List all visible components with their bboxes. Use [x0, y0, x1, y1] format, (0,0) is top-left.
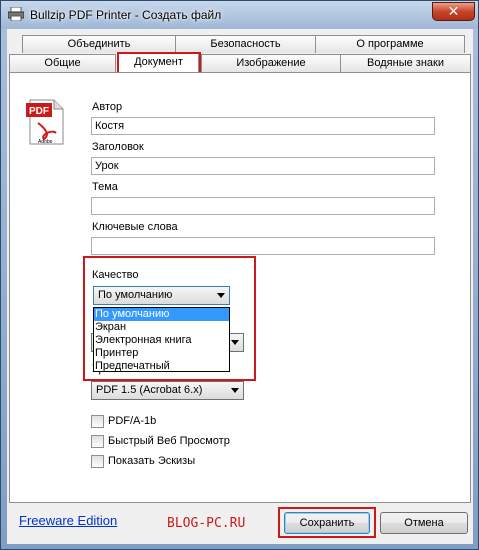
- dialog-client-area: Объединить Безопасность О программе Общи…: [7, 29, 473, 544]
- cancel-button[interactable]: Отмена: [380, 512, 468, 534]
- keywords-label: Ключевые слова: [92, 221, 178, 233]
- thumbnails-checkbox[interactable]: [91, 455, 104, 468]
- pdfa-label: PDF/A-1b: [108, 415, 157, 427]
- tab-security[interactable]: Безопасность: [175, 35, 316, 53]
- window-title: Bullzip PDF Printer - Создать файл: [30, 8, 222, 22]
- thumbnails-label: Показать Эскизы: [108, 455, 196, 467]
- author-label: Автор: [92, 101, 123, 113]
- tab-merge[interactable]: Объединить: [22, 35, 176, 53]
- svg-text:PDF: PDF: [29, 106, 49, 117]
- site-watermark: BLOG-PC.RU: [167, 516, 246, 531]
- title-bar[interactable]: Bullzip PDF Printer - Создать файл ✕: [1, 1, 478, 29]
- chevron-down-icon: [231, 388, 239, 393]
- subject-label: Тема: [92, 181, 118, 193]
- compatibility-value: PDF 1.5 (Acrobat 6.x): [96, 384, 203, 396]
- subject-field[interactable]: [91, 197, 435, 215]
- app-window: Bullzip PDF Printer - Создать файл ✕ Объ…: [0, 0, 479, 550]
- tab-about[interactable]: О программе: [315, 35, 465, 53]
- quality-highlight: [83, 256, 256, 381]
- fast-web-label: Быстрый Веб Просмотр: [108, 435, 230, 447]
- tab-image[interactable]: Изображение: [201, 54, 341, 72]
- fast-web-checkbox[interactable]: [91, 435, 104, 448]
- svg-text:Adobe: Adobe: [38, 139, 53, 145]
- tab-general[interactable]: Общие: [9, 54, 116, 72]
- tab-watermarks[interactable]: Водяные знаки: [340, 54, 471, 72]
- pdf-document-icon: PDF Adobe: [26, 99, 64, 145]
- active-tab-highlight: [117, 52, 201, 74]
- title-field[interactable]: Урок: [91, 157, 435, 175]
- keywords-field[interactable]: [91, 237, 435, 255]
- title-label: Заголовок: [92, 141, 144, 153]
- close-button[interactable]: ✕: [432, 2, 475, 21]
- author-field[interactable]: Костя: [91, 117, 435, 135]
- compatibility-select[interactable]: PDF 1.5 (Acrobat 6.x): [91, 381, 244, 400]
- freeware-edition-link[interactable]: Freeware Edition: [19, 513, 117, 528]
- save-button-highlight: [278, 507, 376, 538]
- printer-icon: [8, 7, 24, 21]
- pdfa-checkbox[interactable]: [91, 415, 104, 428]
